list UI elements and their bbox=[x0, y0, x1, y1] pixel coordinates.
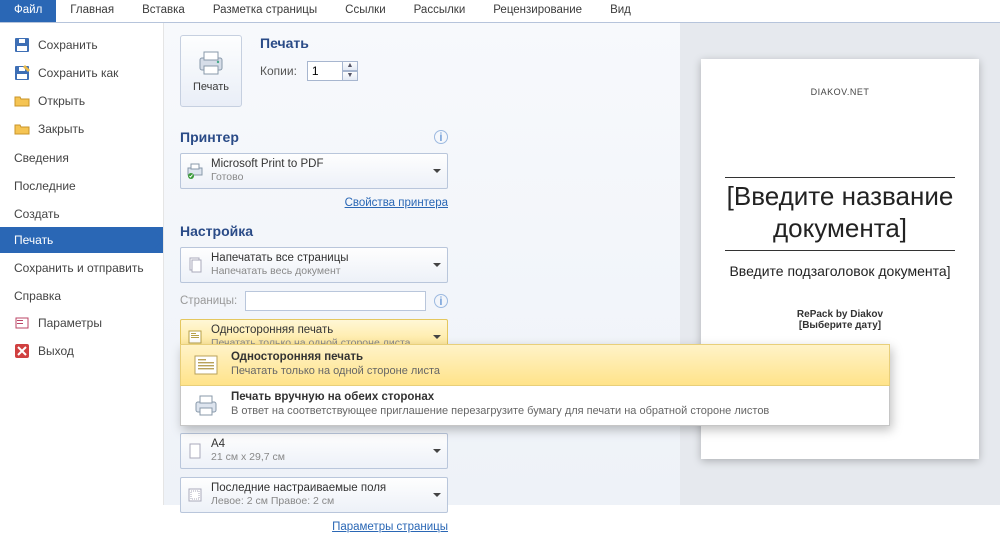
doc-watermark: DIAKOV.NET bbox=[725, 87, 955, 97]
nav-save[interactable]: Сохранить bbox=[0, 31, 163, 59]
options-icon bbox=[14, 315, 30, 331]
ribbon-tabs: Файл Главная Вставка Разметка страницы С… bbox=[0, 0, 1000, 23]
printer-name: Microsoft Print to PDF bbox=[211, 158, 323, 171]
nav-exit[interactable]: Выход bbox=[0, 337, 163, 365]
print-panel: Печать Печать Копии: ▲▼ Принтер i Microso… bbox=[164, 23, 680, 505]
nav-label: Сохранить как bbox=[38, 66, 118, 80]
info-icon[interactable]: i bbox=[434, 294, 448, 308]
saveas-icon bbox=[14, 65, 30, 81]
copies-label: Копии: bbox=[260, 64, 297, 78]
printer-heading: Принтер bbox=[180, 129, 239, 145]
printer-dropdown[interactable]: Microsoft Print to PDFГотово bbox=[180, 153, 448, 189]
printer-status: Готово bbox=[211, 171, 323, 184]
save-icon bbox=[14, 37, 30, 53]
nav-new[interactable]: Создать bbox=[0, 199, 163, 227]
folder-open-icon bbox=[14, 93, 30, 109]
pages-label: Страницы: bbox=[180, 295, 237, 307]
print-button[interactable]: Печать bbox=[180, 35, 242, 107]
pages-icon bbox=[187, 257, 203, 273]
tab-view[interactable]: Вид bbox=[596, 0, 645, 22]
tab-file[interactable]: Файл bbox=[0, 0, 56, 22]
page-setup-link[interactable]: Параметры страницы bbox=[332, 521, 448, 533]
doc-meta: RePack by Diakov bbox=[725, 309, 955, 320]
duplex-title: Односторонняя печать bbox=[211, 324, 410, 337]
doc-title: [Введите название документа] bbox=[725, 180, 955, 244]
copies-spinner[interactable]: ▲▼ bbox=[307, 61, 358, 81]
scope-title: Напечатать все страницы bbox=[211, 252, 349, 265]
exit-icon bbox=[14, 343, 30, 359]
printer-icon bbox=[187, 163, 203, 179]
doc-meta: [Выберите дату] bbox=[725, 320, 955, 331]
chevron-down-icon bbox=[433, 335, 441, 343]
spin-down[interactable]: ▼ bbox=[343, 71, 358, 81]
margins-dropdown[interactable]: Последние настраиваемые поляЛевое: 2 см … bbox=[180, 477, 448, 513]
page-single-icon bbox=[187, 329, 203, 345]
nav-recent[interactable]: Последние bbox=[0, 171, 163, 199]
margins-sub: Левое: 2 см Правое: 2 см bbox=[211, 495, 386, 508]
nav-info[interactable]: Сведения bbox=[0, 143, 163, 171]
scope-dropdown[interactable]: Напечатать все страницыНапечатать весь д… bbox=[180, 247, 448, 283]
paper-dropdown[interactable]: A421 см x 29,7 см bbox=[180, 433, 448, 469]
scope-sub: Напечатать весь документ bbox=[211, 265, 349, 278]
chevron-down-icon bbox=[433, 449, 441, 457]
chevron-down-icon bbox=[433, 493, 441, 501]
margins-title: Последние настраиваемые поля bbox=[211, 482, 386, 495]
paper-title: A4 bbox=[211, 438, 285, 451]
folder-close-icon bbox=[14, 121, 30, 137]
nav-close[interactable]: Закрыть bbox=[0, 115, 163, 143]
chevron-down-icon bbox=[433, 169, 441, 177]
margins-icon bbox=[187, 487, 203, 503]
duplex-popup: Односторонняя печать Печатать только на о… bbox=[180, 344, 890, 426]
spin-up[interactable]: ▲ bbox=[343, 61, 358, 71]
info-icon[interactable]: i bbox=[434, 130, 448, 144]
doc-subtitle: Введите подзаголовок документа] bbox=[725, 263, 955, 279]
paper-icon bbox=[187, 443, 203, 459]
tab-insert[interactable]: Вставка bbox=[128, 0, 199, 22]
settings-heading: Настройка bbox=[180, 223, 253, 239]
nav-open[interactable]: Открыть bbox=[0, 87, 163, 115]
print-heading: Печать bbox=[260, 35, 358, 51]
tab-mailings[interactable]: Рассылки bbox=[400, 0, 480, 22]
printer-duplex-icon bbox=[191, 391, 221, 419]
nav-label: Сохранить bbox=[38, 38, 98, 52]
nav-label: Закрыть bbox=[38, 122, 84, 136]
printer-properties-link[interactable]: Свойства принтера bbox=[345, 197, 448, 209]
nav-options[interactable]: Параметры bbox=[0, 309, 163, 337]
nav-share[interactable]: Сохранить и отправить bbox=[0, 253, 163, 281]
paper-sub: 21 см x 29,7 см bbox=[211, 451, 285, 464]
popup-option-manual-duplex[interactable]: Печать вручную на обеих сторонах В ответ … bbox=[181, 385, 889, 425]
print-preview: DIAKOV.NET [Введите название документа] … bbox=[680, 23, 1000, 505]
pages-input[interactable] bbox=[245, 291, 426, 311]
popup-opt-sub: В ответ на соответствующее приглашение п… bbox=[231, 405, 769, 417]
nav-label: Параметры bbox=[38, 316, 102, 330]
nav-print[interactable]: Печать bbox=[0, 227, 163, 253]
page-single-icon bbox=[191, 351, 221, 379]
nav-label: Выход bbox=[38, 344, 74, 358]
popup-option-single[interactable]: Односторонняя печать Печатать только на о… bbox=[180, 344, 890, 386]
tab-references[interactable]: Ссылки bbox=[331, 0, 400, 22]
nav-saveas[interactable]: Сохранить как bbox=[0, 59, 163, 87]
tab-pagelayout[interactable]: Разметка страницы bbox=[199, 0, 331, 22]
nav-label: Печать bbox=[14, 233, 53, 247]
chevron-down-icon bbox=[433, 263, 441, 271]
copies-input[interactable] bbox=[307, 61, 343, 81]
tab-home[interactable]: Главная bbox=[56, 0, 128, 22]
popup-opt-sub: Печатать только на одной стороне листа bbox=[231, 365, 440, 377]
backstage-nav: Сохранить Сохранить как Открыть Закрыть … bbox=[0, 23, 164, 505]
popup-opt-title: Печать вручную на обеих сторонах bbox=[231, 391, 769, 403]
popup-opt-title: Односторонняя печать bbox=[231, 351, 440, 363]
print-button-label: Печать bbox=[193, 81, 229, 93]
nav-label: Открыть bbox=[38, 94, 85, 108]
tab-review[interactable]: Рецензирование bbox=[479, 0, 596, 22]
nav-help[interactable]: Справка bbox=[0, 281, 163, 309]
